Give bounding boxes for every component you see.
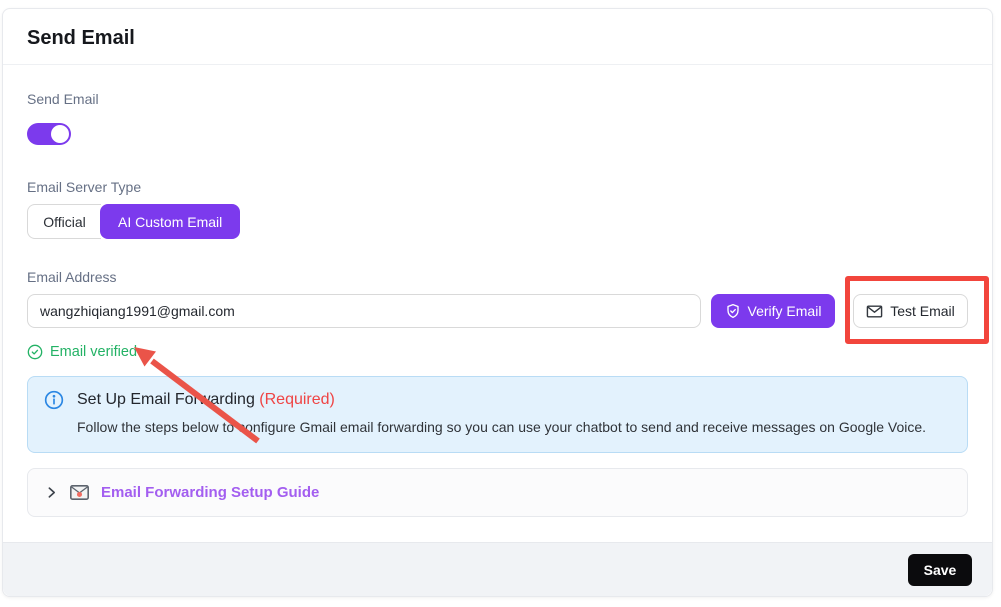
send-email-toggle-label: Send Email	[27, 89, 968, 109]
card-body: Send Email Email Server Type Official AI…	[3, 65, 992, 542]
server-type-label: Email Server Type	[27, 177, 968, 197]
email-address-input[interactable]	[27, 294, 701, 328]
email-address-row: Verify Email Test Email	[27, 294, 968, 328]
info-alert-description: Follow the steps below to configure Gmai…	[77, 417, 951, 437]
verify-email-button[interactable]: Verify Email	[711, 294, 835, 328]
chevron-right-icon	[45, 486, 58, 499]
test-email-label: Test Email	[890, 303, 955, 319]
envelope-icon	[866, 304, 883, 319]
shield-check-icon	[725, 303, 741, 319]
server-type-option-official[interactable]: Official	[27, 204, 101, 239]
guide-title: Email Forwarding Setup Guide	[101, 484, 319, 501]
info-circle-icon	[44, 390, 64, 410]
email-forwarding-info-alert: Set Up Email Forwarding (Required) Follo…	[27, 376, 968, 453]
email-verified-status: Email verified	[27, 344, 968, 360]
email-forwarding-guide-expander[interactable]: Email Forwarding Setup Guide	[27, 468, 968, 517]
card-footer: Save	[3, 542, 992, 596]
email-address-label: Email Address	[27, 267, 968, 287]
email-guide-icon	[70, 485, 89, 500]
verify-email-label: Verify Email	[748, 303, 822, 319]
card-header: Send Email	[3, 9, 992, 65]
toggle-knob	[51, 125, 69, 143]
check-circle-icon	[27, 344, 43, 360]
email-verified-text: Email verified	[50, 344, 137, 360]
test-email-button[interactable]: Test Email	[853, 294, 968, 328]
send-email-settings-page: Send Email Send Email Email Server Type …	[0, 0, 1001, 607]
info-alert-title: Set Up Email Forwarding (Required)	[77, 391, 335, 409]
server-type-option-ai-custom-email[interactable]: AI Custom Email	[100, 204, 240, 239]
server-type-segmented-control: Official AI Custom Email	[27, 204, 240, 239]
send-email-toggle[interactable]	[27, 123, 71, 145]
info-alert-title-row: Set Up Email Forwarding (Required)	[44, 390, 951, 410]
page-title: Send Email	[27, 27, 968, 50]
save-button[interactable]: Save	[908, 554, 972, 586]
required-tag: (Required)	[259, 391, 335, 408]
send-email-card: Send Email Send Email Email Server Type …	[2, 8, 993, 597]
